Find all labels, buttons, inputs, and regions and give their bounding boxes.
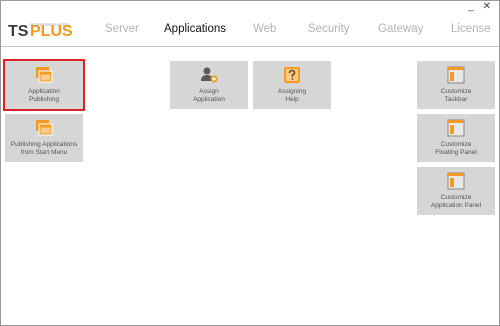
- window-panel-icon: [447, 172, 465, 190]
- customize-taskbar-button[interactable]: Customize Taskbar: [417, 61, 495, 109]
- tile-label: Customize Floating Panel: [435, 141, 477, 156]
- app-window: _ ✕ TS PLUS SECURE REMOTE ACCESS Server …: [0, 0, 500, 326]
- tab-web[interactable]: Web: [253, 23, 276, 35]
- window-controls[interactable]: _ ✕: [468, 2, 494, 12]
- tab-gateway[interactable]: Gateway: [378, 23, 423, 35]
- tab-security[interactable]: Security: [308, 23, 350, 35]
- window-panel-icon: [447, 66, 465, 84]
- tab-applications[interactable]: Applications: [164, 23, 226, 35]
- tab-license[interactable]: License: [451, 23, 491, 35]
- windows-stack-icon: [36, 120, 53, 136]
- customize-floating-panel-button[interactable]: Customize Floating Panel: [417, 114, 495, 162]
- user-add-icon: [201, 67, 218, 83]
- tab-server[interactable]: Server: [105, 23, 139, 35]
- customize-application-panel-button[interactable]: Customize Application Panel: [417, 167, 495, 215]
- tile-label: Assigning Help: [277, 88, 307, 103]
- publish-from-start-menu-button[interactable]: Publishing Applications from Start Menu: [5, 114, 83, 162]
- window-panel-icon: [447, 119, 465, 137]
- tile-label: Application Publishing: [28, 88, 60, 103]
- assigning-help-button[interactable]: Assigning Help: [253, 61, 331, 109]
- windows-stack-icon: [36, 67, 53, 83]
- tile-label: Customize Taskbar: [440, 88, 472, 103]
- application-publishing-button[interactable]: Application Publishing: [3, 59, 85, 111]
- tile-label: Customize Application Panel: [430, 194, 482, 209]
- tile-label: Publishing Applications from Start Menu: [10, 141, 78, 156]
- tile-label: Assign Application: [193, 88, 225, 103]
- main-nav: Server Applications Web Security Gateway…: [1, 23, 499, 39]
- header-divider: [1, 46, 499, 47]
- help-question-icon: [284, 67, 300, 83]
- assign-application-button[interactable]: Assign Application: [170, 61, 248, 109]
